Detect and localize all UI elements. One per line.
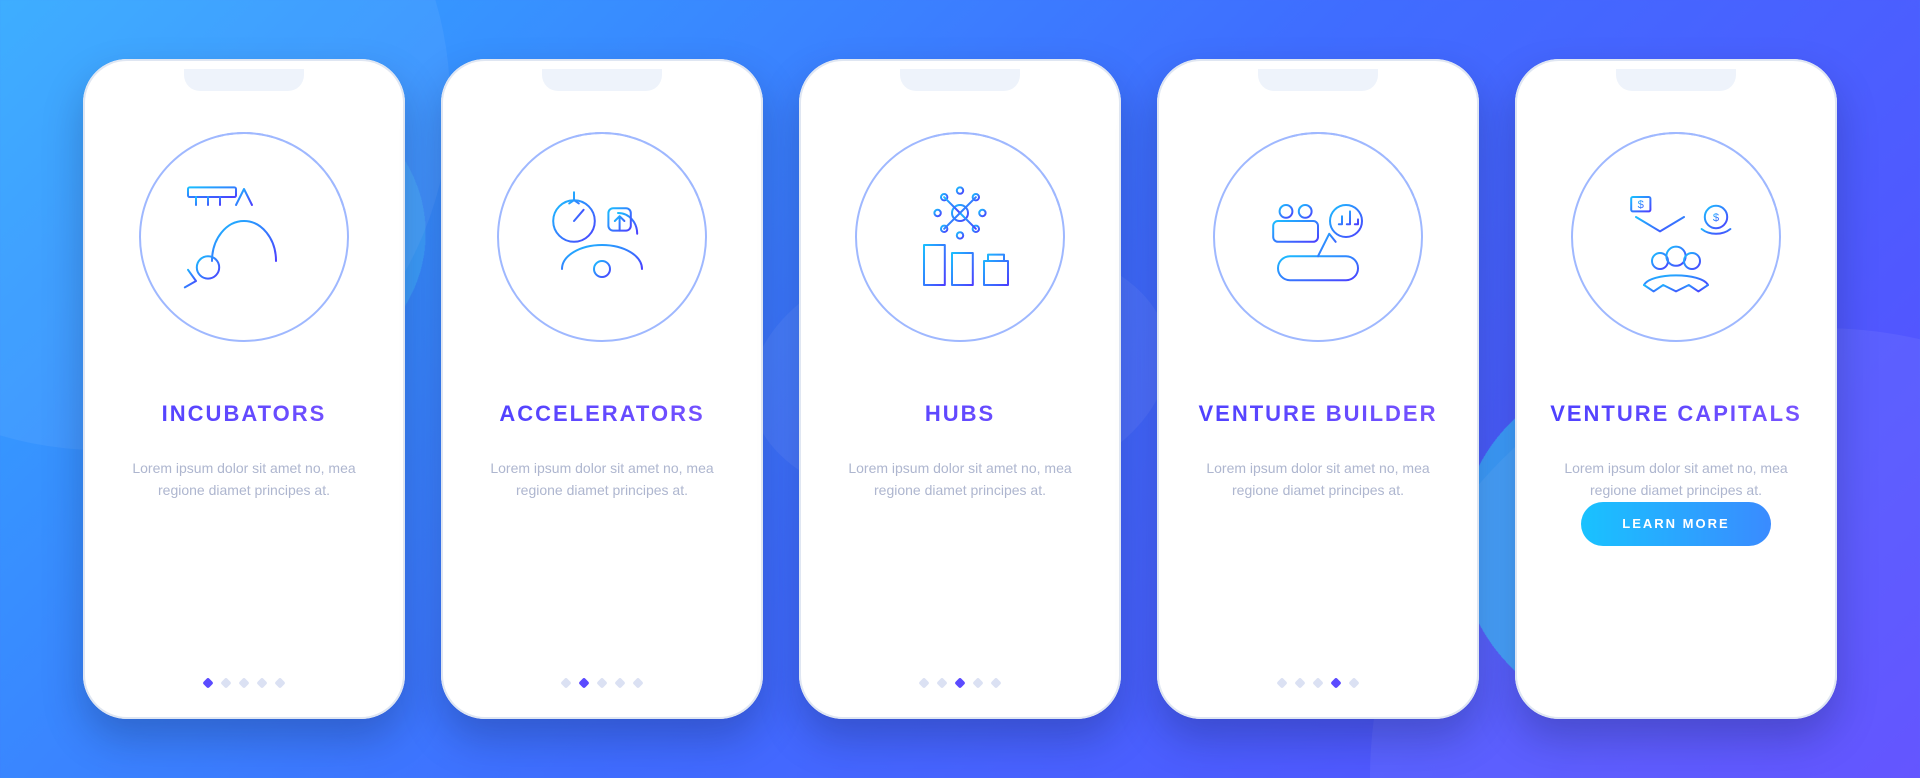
pagination-dot[interactable] [972,677,983,688]
phone-notch [900,69,1020,91]
illustration [1177,107,1459,367]
phone-mockup: ACCELERATORS Lorem ipsum dolor sit amet n… [441,59,763,719]
pagination-dot-active[interactable] [578,677,589,688]
accelerator-icon [497,132,707,342]
onboarding-description: Lorem ipsum dolor sit amet no, mea regio… [1535,457,1817,502]
pagination-dot[interactable] [614,677,625,688]
onboarding-title: INCUBATORS [103,401,385,427]
onboarding-carousel: INCUBATORS Lorem ipsum dolor sit amet no,… [83,59,1837,719]
pagination-dots [1177,679,1459,695]
venture-builder-icon [1213,132,1423,342]
onboarding-title: HUBS [819,401,1101,427]
onboarding-title: VENTURE CAPITALS [1535,401,1817,427]
phone-mockup: VENTURE BUILDER Lorem ipsum dolor sit ame… [1157,59,1479,719]
pagination-dot[interactable] [918,677,929,688]
phone-notch [542,69,662,91]
phone-notch [1616,69,1736,91]
pagination-dots [461,679,743,695]
illustration [461,107,743,367]
illustration [103,107,385,367]
onboarding-title: VENTURE BUILDER [1177,401,1459,427]
pagination-dot[interactable] [632,677,643,688]
phone-mockup: $$VENTURE CAPITALSLorem ipsum dolor sit … [1515,59,1837,719]
pagination-dot[interactable] [1312,677,1323,688]
learn-more-button[interactable]: LEARN MORE [1581,502,1771,546]
incubator-icon [139,132,349,342]
pagination-dot[interactable] [1294,677,1305,688]
onboarding-description: Lorem ipsum dolor sit amet no, mea regio… [103,457,385,502]
pagination-dots [103,679,385,695]
svg-text:$: $ [1638,199,1645,211]
illustration: $$ [1535,107,1817,367]
pagination-dot-active[interactable] [202,677,213,688]
hub-icon [855,132,1065,342]
onboarding-description: Lorem ipsum dolor sit amet no, mea regio… [1177,457,1459,502]
venture-capital-icon: $$ [1571,132,1781,342]
pagination-dot[interactable] [238,677,249,688]
phone-notch [1258,69,1378,91]
pagination-dot[interactable] [274,677,285,688]
phone-notch [184,69,304,91]
onboarding-description: Lorem ipsum dolor sit amet no, mea regio… [461,457,743,502]
pagination-dot[interactable] [560,677,571,688]
phone-mockup: INCUBATORS Lorem ipsum dolor sit amet no,… [83,59,405,719]
pagination-dot[interactable] [256,677,267,688]
pagination-dot[interactable] [1276,677,1287,688]
pagination-dots [819,679,1101,695]
onboarding-title: ACCELERATORS [461,401,743,427]
onboarding-description: Lorem ipsum dolor sit amet no, mea regio… [819,457,1101,502]
pagination-dot[interactable] [990,677,1001,688]
pagination-dot[interactable] [936,677,947,688]
illustration [819,107,1101,367]
pagination-dot-active[interactable] [1330,677,1341,688]
svg-text:$: $ [1713,212,1720,224]
phone-mockup: HUBS Lorem ipsum dolor sit amet no, mea r… [799,59,1121,719]
pagination-dot[interactable] [220,677,231,688]
pagination-dot[interactable] [1348,677,1359,688]
pagination-dot[interactable] [596,677,607,688]
pagination-dot-active[interactable] [954,677,965,688]
